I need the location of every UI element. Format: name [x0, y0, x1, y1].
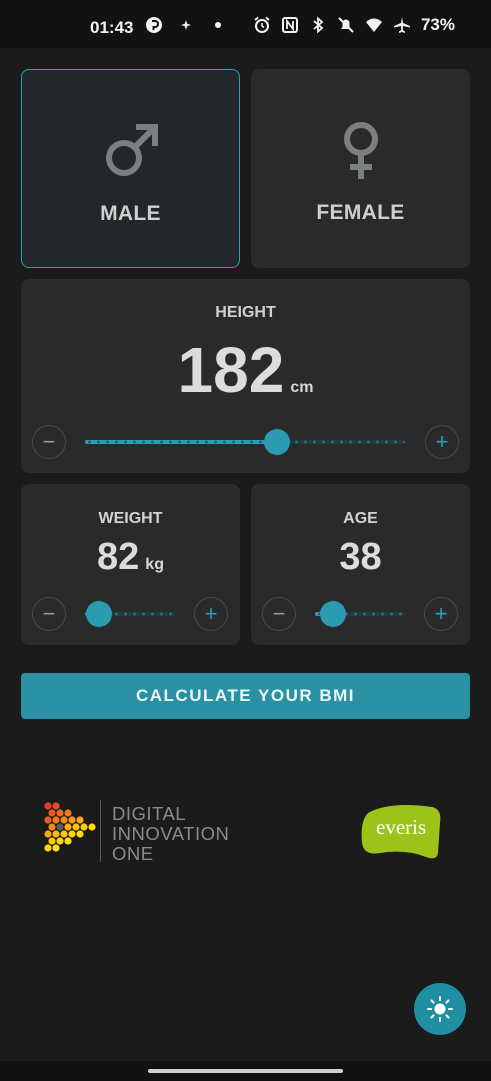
status-bar: 01:43 73% — [0, 0, 491, 48]
dio-line-1: DIGITAL — [112, 803, 187, 824]
bmi-main-screen: MALE FEMALE HEIGHT 182 cm − + WEIGHT 82 … — [0, 48, 491, 1061]
weight-decrease-button[interactable]: − — [32, 597, 66, 631]
slider-thumb[interactable] — [264, 429, 290, 455]
weight-card: WEIGHT 82 kg − + — [21, 484, 240, 645]
wifi-icon — [365, 18, 382, 32]
female-symbol-icon — [343, 122, 378, 179]
calculate-bmi-button[interactable]: CALCULATE YOUR BMI — [21, 673, 470, 719]
age-label: AGE — [343, 510, 378, 527]
weight-label: WEIGHT — [98, 510, 163, 527]
age-decrease-button[interactable]: − — [262, 597, 296, 631]
age-card: AGE 38 − + — [251, 484, 470, 645]
app-notification-icon — [146, 17, 162, 33]
digital-innovation-one-wordmark: DIGITAL INNOVATION ONE — [112, 804, 229, 864]
status-left-icons — [145, 16, 227, 34]
height-card: HEIGHT 182 cm − + — [21, 279, 470, 473]
weight-increase-button[interactable]: + — [194, 597, 228, 631]
slider-thumb[interactable] — [320, 601, 346, 627]
female-label: FEMALE — [316, 201, 405, 224]
digital-innovation-one-logo-icon — [44, 802, 96, 852]
age-value-row: 38 — [251, 536, 470, 579]
battery-percentage: 73% — [420, 15, 455, 34]
age-value: 38 — [339, 536, 382, 578]
everis-logo: everis — [360, 803, 442, 861]
everis-wordmark: everis — [376, 815, 427, 839]
height-value-row: 182 cm — [21, 333, 470, 407]
female-card[interactable]: FEMALE — [251, 69, 470, 268]
mute-icon — [338, 17, 354, 33]
logo-divider — [100, 800, 101, 862]
height-label: HEIGHT — [215, 304, 276, 321]
sparkle-icon — [181, 20, 191, 30]
bluetooth-icon — [313, 16, 324, 34]
sun-icon — [427, 996, 453, 1022]
minus-icon: − — [42, 429, 56, 454]
alarm-icon — [254, 16, 270, 33]
slider-fill-ticks — [85, 440, 277, 444]
height-unit: cm — [290, 379, 314, 396]
minus-icon: − — [272, 601, 286, 626]
age-slider[interactable] — [315, 601, 405, 627]
plus-icon: + — [434, 601, 448, 626]
theme-toggle-button[interactable] — [414, 983, 466, 1035]
height-increase-button[interactable]: + — [425, 425, 459, 459]
male-symbol-icon — [105, 124, 158, 176]
height-value: 182 — [177, 334, 285, 406]
minus-icon: − — [42, 601, 56, 626]
weight-slider[interactable] — [85, 601, 175, 627]
status-right-icons: 73% — [253, 15, 455, 35]
slider-thumb[interactable] — [85, 601, 112, 627]
male-label: MALE — [100, 202, 161, 225]
height-decrease-button[interactable]: − — [32, 425, 66, 459]
status-time: 01:43 — [90, 18, 134, 37]
weight-value: 82 — [97, 536, 140, 578]
dot-icon — [215, 22, 221, 28]
dio-line-3: ONE — [112, 843, 154, 864]
weight-unit: kg — [145, 556, 164, 573]
system-navigation-bar — [0, 1061, 491, 1081]
weight-value-row: 82 kg — [21, 536, 240, 579]
plus-icon: + — [435, 429, 449, 454]
age-increase-button[interactable]: + — [424, 597, 458, 631]
dio-line-2: INNOVATION — [112, 823, 230, 844]
home-gesture-handle[interactable] — [148, 1069, 343, 1073]
height-slider[interactable] — [85, 429, 405, 455]
airplane-icon — [393, 17, 410, 33]
nfc-icon — [281, 17, 298, 33]
male-card[interactable]: MALE — [21, 69, 240, 268]
plus-icon: + — [204, 601, 218, 626]
